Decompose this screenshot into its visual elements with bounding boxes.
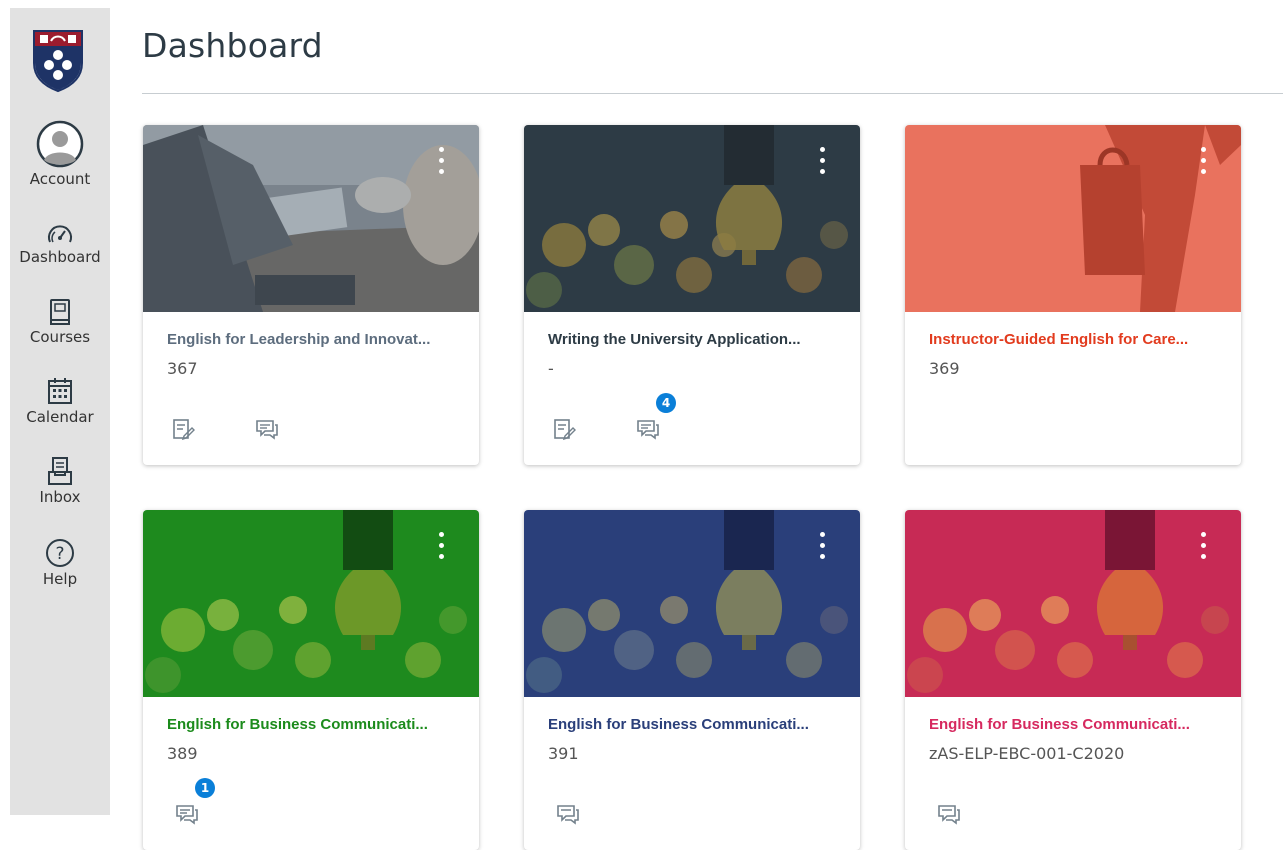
account-avatar-icon xyxy=(36,120,84,168)
discussions-icon[interactable] xyxy=(175,802,199,826)
svg-text:?: ? xyxy=(55,544,64,564)
calendar-icon xyxy=(48,378,72,404)
course-card-image[interactable] xyxy=(143,125,479,312)
discussions-icon[interactable] xyxy=(636,417,660,441)
university-shield-logo[interactable] xyxy=(31,29,85,93)
course-card-image[interactable] xyxy=(524,510,860,697)
course-code: 391 xyxy=(548,744,579,763)
title-divider xyxy=(142,93,1283,94)
nav-label-help: Help xyxy=(42,570,78,588)
course-card[interactable]: English for Business Communicati... 389 … xyxy=(143,510,479,850)
course-title-link[interactable]: English for Business Communicati... xyxy=(167,716,457,733)
card-options-menu[interactable] xyxy=(816,147,828,181)
course-card[interactable]: Writing the University Application... - … xyxy=(524,125,860,465)
unread-count-badge: 4 xyxy=(656,393,676,413)
card-options-menu[interactable] xyxy=(1197,147,1209,181)
course-card-image[interactable] xyxy=(905,510,1241,697)
card-options-menu[interactable] xyxy=(1197,532,1209,566)
speedometer-icon xyxy=(48,225,72,243)
nav-label-dashboard: Dashboard xyxy=(19,248,101,266)
page-title: Dashboard xyxy=(142,26,323,65)
unread-count-badge: 1 xyxy=(195,778,215,798)
nav-item-inbox[interactable]: Inbox xyxy=(10,456,110,506)
nav-label-calendar: Calendar xyxy=(26,408,94,426)
course-title-link[interactable]: English for Business Communicati... xyxy=(548,716,838,733)
card-options-menu[interactable] xyxy=(435,147,447,181)
course-card[interactable]: English for Business Communicati... 391 xyxy=(524,510,860,850)
course-card[interactable]: English for Leadership and Innovat... 36… xyxy=(143,125,479,465)
course-code: - xyxy=(548,359,554,378)
assignments-icon[interactable] xyxy=(552,417,576,441)
book-icon xyxy=(50,299,70,325)
inbox-icon xyxy=(48,457,72,485)
help-question-icon: ? xyxy=(46,539,74,567)
nav-item-courses[interactable]: Courses xyxy=(10,298,110,346)
card-options-menu[interactable] xyxy=(435,532,447,566)
course-code: 367 xyxy=(167,359,198,378)
nav-label-account: Account xyxy=(29,170,91,188)
global-nav-sidebar: Account Dashboard Courses Calendar Inbox… xyxy=(10,8,110,815)
course-title-link[interactable]: English for Business Communicati... xyxy=(929,716,1219,733)
course-title-link[interactable]: Writing the University Application... xyxy=(548,331,838,348)
course-title-link[interactable]: English for Leadership and Innovat... xyxy=(167,331,457,348)
discussions-icon[interactable] xyxy=(255,417,279,441)
nav-item-help[interactable]: ? Help xyxy=(10,538,110,588)
course-card[interactable]: English for Business Communicati... zAS-… xyxy=(905,510,1241,850)
course-card-image[interactable] xyxy=(143,510,479,697)
card-options-menu[interactable] xyxy=(816,532,828,566)
course-code: zAS-ELP-EBC-001-C2020 xyxy=(929,744,1125,763)
course-code: 389 xyxy=(167,744,198,763)
nav-item-account[interactable]: Account xyxy=(10,120,110,188)
nav-item-calendar[interactable]: Calendar xyxy=(10,376,110,426)
course-card[interactable]: Instructor-Guided English for Care... 36… xyxy=(905,125,1241,465)
course-card-image[interactable] xyxy=(524,125,860,312)
course-title-link[interactable]: Instructor-Guided English for Care... xyxy=(929,331,1219,348)
nav-label-courses: Courses xyxy=(29,328,91,346)
nav-item-dashboard[interactable]: Dashboard xyxy=(10,220,110,266)
discussions-icon[interactable] xyxy=(937,802,961,826)
assignments-icon[interactable] xyxy=(171,417,195,441)
course-card-image[interactable] xyxy=(905,125,1241,312)
course-code: 369 xyxy=(929,359,960,378)
discussions-icon[interactable] xyxy=(556,802,580,826)
nav-label-inbox: Inbox xyxy=(39,488,81,506)
